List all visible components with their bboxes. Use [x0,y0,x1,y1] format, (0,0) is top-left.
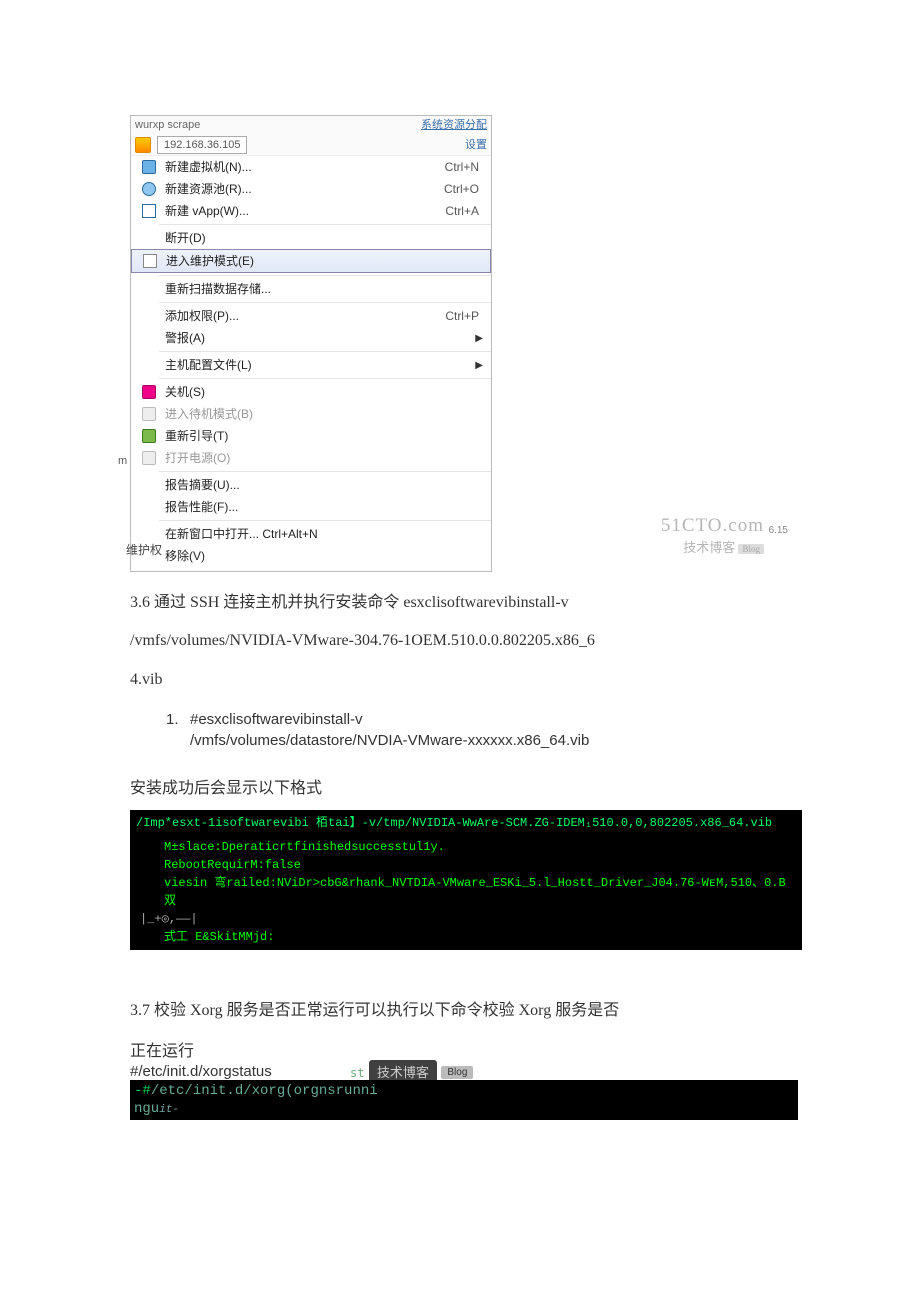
menu-separator [159,351,491,352]
warning-icon [135,137,151,153]
menu-item-label: 新建 vApp(W)... [165,202,445,220]
watermark-51cto: 51CTO.com 技术博客 Blog [661,515,764,556]
menu-item-label: 重新扫描数据存储... [165,280,483,298]
box-gray-icon [139,406,159,422]
menu-item-label: 报告摘要(U)... [165,476,483,494]
menu-item[interactable]: 进入待机模式(B) [131,403,491,425]
blank-icon [139,499,159,515]
box-green-icon [139,428,159,444]
code-line-1: #esxclisoftwarevibinstall-v [190,711,363,728]
menu-item[interactable]: 重新引导(T) [131,425,491,447]
settings-tab-label: 设置 [465,137,487,154]
menu-item-label: 警报(A) [165,329,455,347]
watermark-before-term2: st 技术博客 Blog [350,1060,790,1082]
menu-separator [159,378,491,379]
install-command-list: 1. #esxclisoftwarevibinstall-v /vmfs/vol… [130,709,790,751]
scroll-marker: m [118,455,127,467]
blank-icon [139,308,159,324]
watermark-tag: 技术博客 [369,1060,437,1083]
menu-item-label: 报告性能(F)... [165,498,483,516]
ip-address-tab: 192.168.36.105 [157,136,247,155]
menu-item[interactable]: 在新窗口中打开... Ctrl+Alt+N [131,523,491,545]
menu-item-label: 添加权限(P)... [165,307,445,325]
menu-item[interactable]: 关机(S) [131,381,491,403]
install-success-heading: 安装成功后会显示以下格式 [130,775,790,804]
menu-item-label: 新建虚拟机(N)... [165,158,445,176]
menu-separator [159,471,491,472]
menu-item-label: 断开(D) [165,229,483,247]
box-grid-icon [139,203,159,219]
box-blue-icon [139,159,159,175]
submenu-arrow-icon: ▶ [455,331,483,346]
section-3-6-text: 3.6 通过 SSH 连接主机并执行安装命令 esxclisoftwarevib… [130,584,790,699]
submenu-arrow-icon: ▶ [455,358,483,373]
menu-item[interactable]: 警报(A)▶ [131,327,491,349]
blank-icon [139,477,159,493]
menu-item-label: 在新窗口中打开... Ctrl+Alt+N [165,525,483,543]
menu-item-shortcut: Ctrl+A [445,202,483,220]
vsphere-context-menu-screenshot: wurxp scrape 系统资源分配 192.168.36.105 设置 新建… [130,115,492,572]
menu-item[interactable]: 报告性能(F)... [131,496,491,518]
menu-separator [159,302,491,303]
top-partial-text: wurxp scrape [135,117,200,134]
menu-item[interactable]: 添加权限(P)...Ctrl+P [131,305,491,327]
box-img-icon [140,253,160,269]
list-number: 1. [166,709,179,730]
term1-line4: viesin 弯railed:NViDr>cbG&rhank_NVTDIA-VM… [136,874,796,910]
menu-item[interactable]: 断开(D) [131,227,491,249]
term2-line2b: it- [159,1104,179,1116]
menu-item[interactable]: 进入维护模式(E) [131,249,491,273]
menu-item-shortcut: Ctrl+O [444,180,483,198]
watermark-blog-badge: Blog [441,1066,473,1079]
blank-icon [139,281,159,297]
menu-item-label: 进入待机模式(B) [165,405,483,423]
menu-item-label: 重新引导(T) [165,427,483,445]
screenshot-top-bar: wurxp scrape 系统资源分配 [131,116,491,135]
menu-item-shortcut: Ctrl+P [445,307,483,325]
term1-line1: /Imp*esxt-1isoftwarevibi 栢tai】-v/tmp/NVI… [136,814,796,832]
context-menu-panel: 新建虚拟机(N)...Ctrl+N新建资源池(R)...Ctrl+O新建 vAp… [131,156,491,571]
menu-item-label: 打开电源(O) [165,449,483,467]
menu-item-label: 关机(S) [165,383,483,401]
watermark-number: 6.15 [769,525,788,536]
menu-item[interactable]: 主机配置文件(L)▶ [131,354,491,376]
menu-item[interactable]: 打开电源(O) [131,447,491,469]
menu-item[interactable]: 新建 vApp(W)...Ctrl+A [131,200,491,222]
blank-icon [139,230,159,246]
term1-line3: RebootRequirM:false [136,856,796,874]
install-output-terminal: /Imp*esxt-1isoftwarevibi 栢tai】-v/tmp/NVI… [130,810,802,950]
term2-line2a: ngu [134,1101,159,1117]
term2-line1: /etc/init.d/xorg(orgnsrunni [151,1083,378,1099]
xorg-status-terminal: -#/etc/init.d/xorg(orgnsrunni nguit- [130,1080,798,1120]
box-gray-icon [139,450,159,466]
blank-icon [139,330,159,346]
menu-separator [159,275,491,276]
term2-prompt: -# [134,1083,151,1099]
section-3-7-line1: 3.7 校验 Xorg 服务是否正常运行可以执行以下命令校验 Xorg 服务是否 [130,990,790,1032]
blank-icon [139,526,159,542]
menu-item[interactable]: 新建资源池(R)...Ctrl+O [131,178,491,200]
menu-item-label: 进入维护模式(E) [166,252,482,270]
menu-item-shortcut: Ctrl+N [445,158,483,176]
sys-resource-link: 系统资源分配 [421,117,487,134]
term1-line5: |_+◎,——| [136,910,796,928]
menu-separator [159,520,491,521]
menu-item-label: 移除(V) [165,547,483,565]
term1-line2: M±slace:Dperaticrtfinishedsuccesstul1y. [136,838,796,856]
blank-icon [139,357,159,373]
menu-item-label: 主机配置文件(L) [165,356,455,374]
menu-item[interactable]: 移除(V) [131,545,491,567]
box-globe-icon [139,181,159,197]
term1-line6: 式工 E&SkitMMjd: [136,928,796,946]
code-line-2: /vmfs/volumes/datastore/NVDIA-VMware-xxx… [190,732,589,749]
menu-item[interactable]: 重新扫描数据存储... [131,278,491,300]
menu-separator [159,224,491,225]
ip-row: 192.168.36.105 设置 [131,135,491,157]
menu-item[interactable]: 新建虚拟机(N)...Ctrl+N [131,156,491,178]
menu-item[interactable]: 报告摘要(U)... [131,474,491,496]
menu-item-label: 新建资源池(R)... [165,180,444,198]
box-red-icon [139,384,159,400]
side-maintenance-label: 维护权 [126,541,162,558]
